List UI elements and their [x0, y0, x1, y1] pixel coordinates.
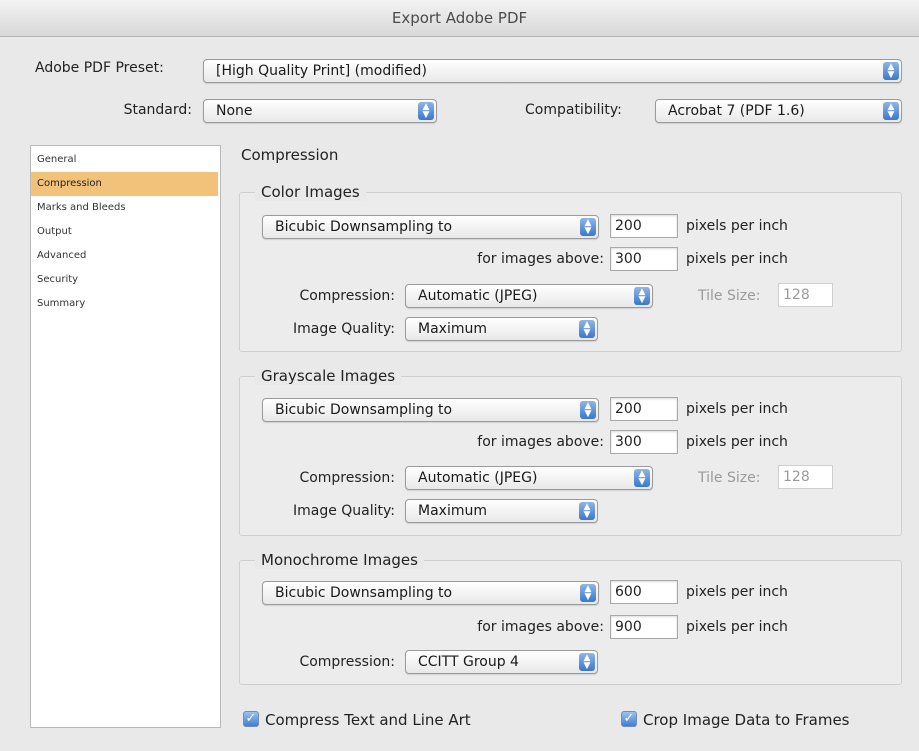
mono-above-unit: pixels per inch — [686, 619, 788, 635]
color-ppi-unit: pixels per inch — [686, 218, 788, 234]
compress-text-checkbox[interactable]: ✓ — [243, 711, 259, 727]
mono-sampling-value: Bicubic Downsampling to — [275, 585, 453, 601]
preset-label: Adobe PDF Preset: — [35, 60, 164, 76]
gray-compression-label: Compression: — [299, 470, 395, 486]
gray-ppi-field[interactable]: 200 — [610, 397, 678, 421]
window-title: Export Adobe PDF — [0, 0, 919, 37]
color-above-unit: pixels per inch — [686, 251, 788, 267]
checkmark-icon: ✓ — [623, 711, 635, 726]
color-quality-value: Maximum — [418, 321, 487, 337]
gray-tile-label: Tile Size: — [698, 470, 761, 486]
color-compression-label: Compression: — [299, 288, 395, 304]
up-down-arrows-icon: ▲ ▼ — [883, 102, 899, 120]
up-down-arrows-icon: ▲ ▼ — [580, 218, 596, 236]
compress-text-label[interactable]: Compress Text and Line Art — [265, 711, 471, 729]
standard-label: Standard: — [123, 102, 192, 118]
sidebar-item-compression[interactable]: Compression — [31, 172, 218, 196]
gray-above-field[interactable]: 300 — [610, 430, 678, 454]
gray-above-label: for images above: — [477, 434, 604, 450]
compatibility-value: Acrobat 7 (PDF 1.6) — [668, 103, 805, 119]
compatibility-label: Compatibility: — [525, 102, 622, 118]
color-compression-popup[interactable]: Automatic (JPEG) ▲ ▼ — [405, 284, 653, 308]
color-above-label: for images above: — [477, 251, 604, 267]
color-ppi-field[interactable]: 200 — [610, 214, 678, 238]
mono-sampling-popup[interactable]: Bicubic Downsampling to ▲ ▼ — [262, 581, 599, 605]
gray-above-unit: pixels per inch — [686, 434, 788, 450]
standard-popup[interactable]: None ▲ ▼ — [203, 99, 437, 123]
gray-compression-popup[interactable]: Automatic (JPEG) ▲ ▼ — [405, 466, 653, 490]
color-above-field[interactable]: 300 — [610, 247, 678, 271]
preset-value: [High Quality Print] (modified) — [216, 63, 427, 79]
up-down-arrows-icon: ▲ ▼ — [579, 653, 595, 671]
color-tile-label: Tile Size: — [698, 288, 761, 304]
sidebar-item-summary[interactable]: Summary — [31, 292, 218, 316]
gray-sampling-value: Bicubic Downsampling to — [275, 402, 453, 418]
up-down-arrows-icon: ▲ ▼ — [580, 401, 596, 419]
sidebar-item-advanced[interactable]: Advanced — [31, 244, 218, 268]
crop-image-label[interactable]: Crop Image Data to Frames — [643, 711, 849, 729]
sidebar-item-output[interactable]: Output — [31, 220, 218, 244]
mono-compression-label: Compression: — [299, 654, 395, 670]
mono-above-field[interactable]: 900 — [610, 615, 678, 639]
up-down-arrows-icon: ▲ ▼ — [634, 287, 650, 305]
gray-sampling-popup[interactable]: Bicubic Downsampling to ▲ ▼ — [262, 398, 599, 422]
color-images-title: Color Images — [255, 183, 366, 201]
crop-image-checkbox[interactable]: ✓ — [621, 711, 637, 727]
color-sampling-popup[interactable]: Bicubic Downsampling to ▲ ▼ — [262, 215, 599, 239]
checkmark-icon: ✓ — [245, 711, 257, 726]
up-down-arrows-icon: ▲ ▼ — [579, 320, 595, 338]
gray-quality-value: Maximum — [418, 503, 487, 519]
mono-above-label: for images above: — [477, 619, 604, 635]
grayscale-images-title: Grayscale Images — [255, 367, 402, 385]
up-down-arrows-icon: ▲ ▼ — [883, 62, 899, 80]
color-quality-popup[interactable]: Maximum ▲ ▼ — [405, 317, 598, 341]
standard-value: None — [216, 103, 253, 119]
gray-ppi-unit: pixels per inch — [686, 401, 788, 417]
gray-quality-popup[interactable]: Maximum ▲ ▼ — [405, 499, 598, 523]
mono-compression-popup[interactable]: CCITT Group 4 ▲ ▼ — [405, 650, 598, 674]
mono-ppi-unit: pixels per inch — [686, 584, 788, 600]
up-down-arrows-icon: ▲ ▼ — [634, 469, 650, 487]
compatibility-popup[interactable]: Acrobat 7 (PDF 1.6) ▲ ▼ — [655, 99, 902, 123]
up-down-arrows-icon: ▲ ▼ — [579, 502, 595, 520]
up-down-arrows-icon: ▲ ▼ — [580, 584, 596, 602]
mono-compression-value: CCITT Group 4 — [418, 654, 519, 670]
mono-ppi-field[interactable]: 600 — [610, 580, 678, 604]
gray-compression-value: Automatic (JPEG) — [418, 470, 538, 486]
preset-popup[interactable]: [High Quality Print] (modified) ▲ ▼ — [203, 59, 902, 83]
color-sampling-value: Bicubic Downsampling to — [275, 219, 453, 235]
color-tile-field: 128 — [778, 283, 833, 307]
color-quality-label: Image Quality: — [292, 321, 395, 337]
up-down-arrows-icon: ▲ ▼ — [418, 102, 434, 120]
gray-quality-label: Image Quality: — [292, 503, 395, 519]
gray-tile-field: 128 — [778, 465, 833, 489]
sidebar-item-marks-and-bleeds[interactable]: Marks and Bleeds — [31, 196, 218, 220]
sidebar-item-security[interactable]: Security — [31, 268, 218, 292]
sidebar-item-general[interactable]: General — [31, 148, 218, 172]
monochrome-images-title: Monochrome Images — [255, 551, 424, 569]
sidebar: General Compression Marks and Bleeds Out… — [30, 145, 221, 728]
color-compression-value: Automatic (JPEG) — [418, 288, 538, 304]
section-title: Compression — [241, 146, 339, 164]
